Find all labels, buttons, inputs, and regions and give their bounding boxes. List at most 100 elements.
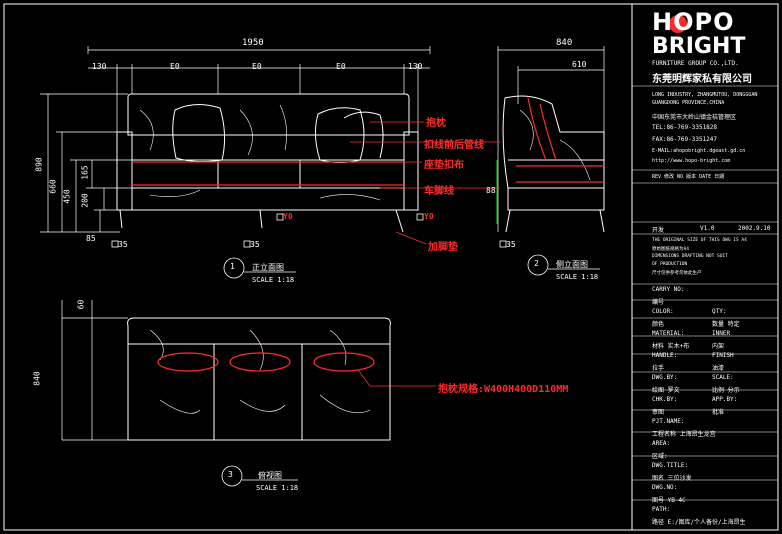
title-block-key: CHK.BY: <box>652 396 678 403</box>
annotation-pillow-spec: 抱枕规格:W400H400D110MM <box>438 384 569 395</box>
note-5: 尺寸仅供参考勿依此生产 <box>652 271 702 276</box>
dim-leg: 85 <box>86 234 96 243</box>
front-right-arm <box>403 131 419 211</box>
side-dimensions <box>497 46 605 232</box>
title-block-key: CARRY NO: <box>652 286 685 293</box>
front-pillow-1 <box>172 104 226 163</box>
front-back-frame <box>127 93 410 136</box>
front-view-number: 1 <box>230 262 235 271</box>
plan-view <box>127 317 391 441</box>
title-block-key: 审图 <box>652 409 665 416</box>
dim-front-right-arm: 130 <box>408 62 423 71</box>
dim-front-height: 890 <box>34 157 44 172</box>
foot-mark-2: 35 <box>250 240 260 249</box>
dim-seat-base: 200 <box>80 193 90 208</box>
tel: TEL:86-769-3351828 <box>652 124 718 131</box>
note-1: THE ORIGINAL SIZE OF THIS DWG IS A4 <box>652 238 747 243</box>
title-block-value: QTY: <box>712 308 727 315</box>
view-labels <box>221 254 600 487</box>
dim-side-gap: 88 <box>486 186 496 195</box>
title-block-value: APP.BY: <box>712 396 738 403</box>
front-dimensions <box>40 46 431 233</box>
front-view-name: 正立面图 <box>252 263 284 272</box>
note-3: DIMENSIONS DRAFTING NOT SUIT <box>652 254 728 259</box>
annotation-seat-cloth: 座垫扣布 <box>424 160 464 171</box>
dept: 开发 <box>652 227 665 234</box>
side-view-name: 侧立面图 <box>556 260 588 269</box>
title-block-key: 图号 YB-4C <box>652 497 686 504</box>
website: http://www.hopo-bright.com <box>652 158 731 164</box>
title-block-key: DWG.NO: <box>652 484 678 491</box>
title-block-value: INNER <box>712 330 731 337</box>
title-block-key: PJT.NAME: <box>652 418 685 425</box>
side-view <box>502 95 605 233</box>
note-2: 原始图纸规格为A4 <box>652 247 689 252</box>
front-view-scale: SCALE 1:18 <box>252 276 295 284</box>
y0-mark-2: Y0 <box>424 212 434 221</box>
address-en-1: LONG INDUSTRY, ZHANGMUTOU, DONGGUAN <box>652 92 758 98</box>
title-block-value: SCALE: <box>712 374 734 381</box>
email: E-MAIL:ahopobright.dgeast.gd.cn <box>652 148 746 154</box>
title-block-value: 数量 特定 <box>712 321 740 328</box>
title-block-value: 油漆 <box>712 365 725 372</box>
title-block-key: 绘图 罗文 <box>652 387 680 394</box>
dim-back-height: 660 <box>48 179 58 194</box>
title-block-key: HANDLE: <box>652 352 678 359</box>
title-block-key: 材料 实木+布 <box>652 343 690 350</box>
brand-line2: BRIGHT <box>652 34 746 59</box>
y0-mark-1: Y0 <box>283 212 293 221</box>
version: V1.0 <box>700 225 715 232</box>
fax: FAX:86-769-3351247 <box>652 136 718 143</box>
title-block-key: DWG.TITLE: <box>652 462 689 469</box>
foot-mark-3: 35 <box>506 240 516 249</box>
title-block-key: 区域: <box>652 453 668 460</box>
dim-plan-back: 60 <box>76 299 86 310</box>
dim-seg-3: E0 <box>336 62 346 71</box>
dim-cushion: 165 <box>80 165 90 180</box>
plan-view-name: 俯视图 <box>258 471 282 480</box>
dim-plan-depth: 840 <box>32 371 42 386</box>
plan-dimensions <box>61 300 128 441</box>
dim-seg-2: E0 <box>252 62 262 71</box>
title-block-key: AREA: <box>652 440 671 447</box>
dim-side-depth: 840 <box>556 38 573 48</box>
address-en-2: GUANGDONG PROVINCE,CHINA <box>652 100 725 106</box>
title-block-value: 批准 <box>712 409 725 416</box>
title-block-key: PATH: <box>652 506 671 513</box>
annotation-piping: 扣线前后管线 <box>424 140 484 151</box>
dim-seat-height: 450 <box>62 189 72 204</box>
title-block-key: 颜色 <box>652 321 665 328</box>
title-block-key: COLOR: <box>652 308 674 315</box>
title-block-value: 内架 <box>712 343 725 350</box>
front-view <box>116 93 419 233</box>
company-en: FURNITURE GROUP CO.,LTD. <box>652 60 739 67</box>
note-4: OF PRODUCTION <box>652 262 688 267</box>
title-block-value: 比例 分示 <box>712 387 740 394</box>
dim-front-left-arm: 130 <box>92 62 107 71</box>
rev-header: REV 修改 NO 版本 DATE 日期 <box>652 174 725 180</box>
title-block-key: MATERIAL: <box>652 330 685 337</box>
front-base <box>131 187 405 211</box>
title-block-key: DWG.BY: <box>652 374 678 381</box>
title-block-key: 图名 三位沙发 <box>652 475 692 482</box>
foot-mark-1: 35 <box>118 240 128 249</box>
annotation-pillow: 抱枕 <box>426 118 446 129</box>
title-block-value: FINISH <box>712 352 734 359</box>
side-view-scale: SCALE 1:18 <box>556 273 599 281</box>
side-view-number: 2 <box>534 259 539 268</box>
plan-view-number: 3 <box>228 470 233 479</box>
dim-seg-1: E0 <box>170 62 180 71</box>
dim-front-width: 1950 <box>242 38 264 48</box>
front-seat <box>131 159 405 189</box>
plan-pillows <box>157 352 375 372</box>
title-block-key: 编号 <box>652 299 665 306</box>
title-block-key: 路径 E:/图库/个人备份/上海昂生 <box>652 519 746 526</box>
plan-view-scale: SCALE 1:18 <box>256 484 299 492</box>
front-left-arm <box>116 131 133 211</box>
brand-line1: HOPO <box>652 8 735 36</box>
annotation-foot-line: 车脚线 <box>424 186 454 197</box>
date: 2002.9.10 <box>738 225 771 232</box>
dim-side-seat-depth: 610 <box>572 60 587 69</box>
company-cn: 东莞明辉家私有限公司 <box>652 74 752 85</box>
title-block-key: 工程名称 上海昂生龙宫 <box>652 431 716 438</box>
